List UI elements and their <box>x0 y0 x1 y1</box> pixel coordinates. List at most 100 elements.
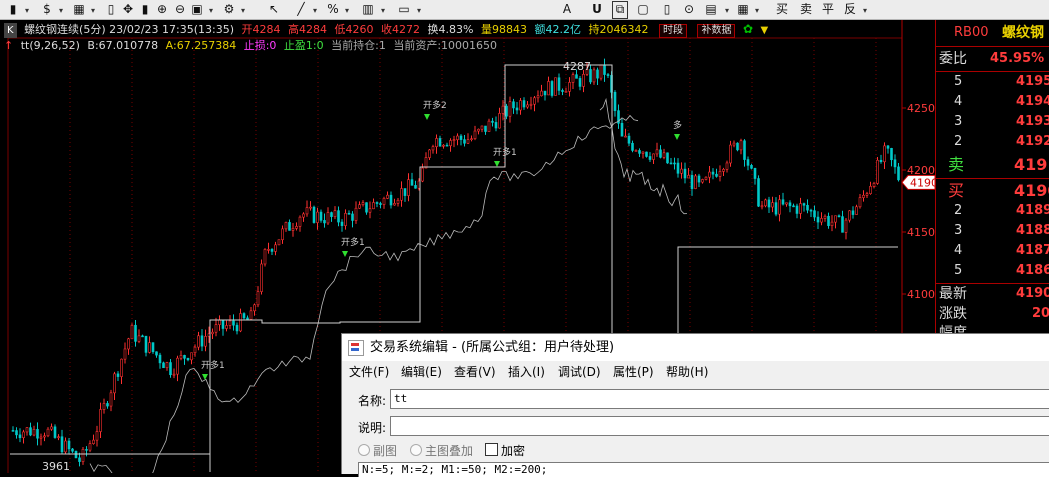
menu-view[interactable]: 查看(V) <box>454 361 496 383</box>
buy-button[interactable]: 买 <box>774 1 790 17</box>
formula-editor[interactable]: N:=5; M:=2; M1:=50; M2:=200; <box>358 462 1049 477</box>
toolbar-dropdown-icon[interactable]: ▾ <box>56 1 66 17</box>
calendar-icon[interactable]: ▦ <box>736 1 750 17</box>
fill-data-button[interactable]: 补数据 <box>697 24 736 38</box>
bid-level-5[interactable]: 5 4186 <box>936 261 1049 281</box>
menu-help[interactable]: 帮助(H) <box>666 361 708 383</box>
bar-icon[interactable]: ▯ <box>104 1 118 17</box>
candle <box>655 149 659 155</box>
signal-label: 开多1 <box>493 146 517 158</box>
menu-properties[interactable]: 属性(P) <box>613 361 654 383</box>
app-icon <box>348 340 364 356</box>
toolbar-dropdown-icon[interactable]: ▾ <box>752 1 762 17</box>
bid-level: 4 <box>954 243 963 258</box>
candle <box>690 175 694 189</box>
toolbar-dropdown-icon[interactable]: ▾ <box>860 1 870 17</box>
text-tool-icon[interactable]: A <box>560 1 574 17</box>
candle <box>676 162 680 174</box>
formula-name[interactable]: tt(9,26,52) <box>21 39 80 52</box>
main-overlay-radio[interactable]: 主图叠加 <box>410 442 473 459</box>
menu-debug[interactable]: 调试(D) <box>558 361 601 383</box>
delete-icon[interactable]: ▯ <box>660 1 674 17</box>
last-price-label: 4190 <box>910 176 935 189</box>
ask-price: 4191 <box>1014 155 1049 174</box>
candle <box>795 205 799 214</box>
toolbar-dropdown-icon[interactable]: ▾ <box>378 1 388 17</box>
indicator-icon[interactable]: ▣ <box>190 1 204 17</box>
encrypt-checkbox[interactable]: 加密 <box>485 442 525 459</box>
ask-level-5[interactable]: 5 4195 <box>936 72 1049 92</box>
reverse-button[interactable]: 反 <box>842 1 858 17</box>
toolbar-dropdown-icon[interactable]: ▾ <box>722 1 732 17</box>
ask-level-2[interactable]: 2 4192 <box>936 132 1049 152</box>
sub-chart-radio[interactable]: 副图 <box>358 442 397 459</box>
close-position-button[interactable]: 平 <box>820 1 836 17</box>
toolbar-dropdown-icon[interactable]: ▾ <box>238 1 248 17</box>
candle <box>323 220 326 224</box>
clock-icon[interactable]: ⊙ <box>682 1 696 17</box>
menu-file[interactable]: 文件(F) <box>349 361 389 383</box>
toolbar-dropdown-icon[interactable]: ▾ <box>310 1 320 17</box>
name-input[interactable]: tt <box>390 389 1049 409</box>
candle <box>673 162 676 165</box>
dollar-icon[interactable]: $ <box>40 1 54 17</box>
settings-icon[interactable]: ⚙ <box>222 1 236 17</box>
bid-level-2[interactable]: 2 4189 <box>936 201 1049 221</box>
candle <box>599 64 603 79</box>
copy-icon[interactable]: ⧉ <box>612 1 628 19</box>
cursor-icon[interactable]: ▮ <box>6 1 20 17</box>
document-icon[interactable]: ▤ <box>704 1 718 17</box>
bid-level-1[interactable]: 买 4190 <box>936 179 1049 203</box>
candle <box>858 197 862 208</box>
percent-tool-icon[interactable]: % <box>326 1 340 17</box>
menu-edit[interactable]: 编辑(E) <box>401 361 442 383</box>
candle <box>729 144 732 164</box>
zoom-in-icon[interactable]: ⊕ <box>154 1 170 17</box>
toolbar-dropdown-icon[interactable]: ▾ <box>22 1 32 17</box>
rectangle-tool-icon[interactable]: ▭ <box>396 1 412 17</box>
sell-button[interactable]: 卖 <box>798 1 814 17</box>
toolbar-dropdown-icon[interactable]: ▾ <box>342 1 352 17</box>
ask-level-3[interactable]: 3 4193 <box>936 112 1049 132</box>
move-icon[interactable]: ✥ <box>120 1 136 17</box>
candle <box>155 351 158 356</box>
k-badge[interactable]: K <box>4 23 17 38</box>
candle <box>113 373 116 394</box>
candle <box>862 194 865 198</box>
toolbar-dropdown-icon[interactable]: ▾ <box>206 1 216 17</box>
ask-level-4[interactable]: 4 4194 <box>936 92 1049 112</box>
channel-tool-icon[interactable]: ▥ <box>360 1 376 17</box>
period-button[interactable]: 时段 <box>658 24 687 38</box>
candle-icon[interactable]: ▮ <box>138 1 152 17</box>
ratio-value: 45.95% <box>990 51 1045 66</box>
description-input[interactable] <box>390 416 1049 436</box>
candle <box>886 145 890 149</box>
candle <box>554 77 557 96</box>
pin-icon[interactable]: ▼ <box>761 25 769 36</box>
stop-loss: 止损:0 <box>243 39 277 52</box>
drawing-tool-icon[interactable]: ▦ <box>72 1 86 17</box>
candle <box>431 146 435 151</box>
dialog-title: 交易系统编辑 - (所属公式组：用户待处理) <box>370 340 615 355</box>
candle <box>697 175 701 183</box>
candle <box>820 218 823 223</box>
magnet-icon[interactable]: U <box>590 1 604 17</box>
candle <box>841 216 844 233</box>
candle <box>169 362 172 376</box>
candle <box>662 152 666 158</box>
ask-level-1[interactable]: 卖 4191 <box>936 153 1049 177</box>
arrow-cursor-icon[interactable]: ↖ <box>266 1 282 17</box>
formula-info-bar: ↑ tt(9,26,52) B:67.010778 A:67.257384 止损… <box>4 38 501 53</box>
toolbar-dropdown-icon[interactable]: ▾ <box>414 1 424 17</box>
gear-icon[interactable]: ✿ <box>743 22 753 36</box>
candle <box>211 331 214 335</box>
bid-level-3[interactable]: 3 4188 <box>936 221 1049 241</box>
zoom-out-icon[interactable]: ⊖ <box>172 1 188 17</box>
ask-price: 4194 <box>1016 94 1049 109</box>
bid-level-4[interactable]: 4 4187 <box>936 241 1049 261</box>
toolbar-dropdown-icon[interactable]: ▾ <box>88 1 98 17</box>
dialog-titlebar[interactable]: 交易系统编辑 - (所属公式组：用户待处理) <box>342 334 1049 361</box>
line-tool-icon[interactable]: ╱ <box>294 1 308 17</box>
lock-icon[interactable]: ▢ <box>636 1 650 17</box>
menu-insert[interactable]: 插入(I) <box>508 361 545 383</box>
